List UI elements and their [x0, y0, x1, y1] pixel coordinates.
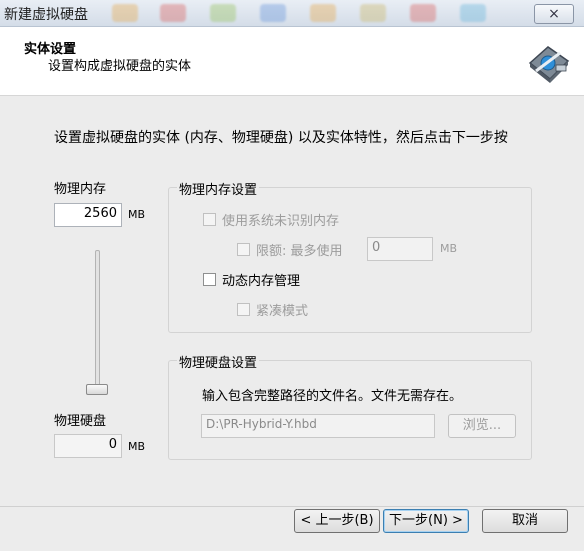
wizard-header: 实体设置 设置构成虚拟硬盘的实体: [0, 27, 584, 96]
disk-unit: MB: [128, 440, 146, 453]
background-blur-icon: [460, 4, 486, 22]
dynamic-memory-checkbox[interactable]: [203, 273, 216, 286]
disk-settings-group: 物理硬盘设置: [168, 352, 532, 460]
disk-path-input[interactable]: D:\PR-Hybrid-Y.hbd: [201, 414, 435, 438]
window-title: 新建虚拟硬盘: [4, 7, 88, 23]
page-subtitle: 设置构成虚拟硬盘的实体: [48, 59, 192, 74]
back-button[interactable]: < 上一步(B): [294, 509, 380, 533]
memory-settings-group: 物理内存设置: [168, 179, 532, 333]
compact-mode-checkbox[interactable]: [237, 303, 250, 316]
instruction-text: 设置虚拟硬盘的实体 (内存、物理硬盘) 以及实体特性，然后点击下一步按: [54, 130, 508, 146]
background-blur-icon: [160, 4, 186, 22]
memory-unit: MB: [128, 208, 146, 221]
memory-disk-slider-thumb[interactable]: [86, 384, 108, 395]
compact-mode-label: 紧凑模式: [256, 304, 309, 319]
next-button[interactable]: 下一步(N) >: [383, 509, 469, 533]
dynamic-memory-label: 动态内存管理: [222, 274, 301, 289]
disk-size-input[interactable]: 0: [54, 434, 122, 458]
background-blur-icon: [210, 4, 236, 22]
memory-size-input[interactable]: 2560: [54, 203, 122, 227]
disk-label: 物理硬盘: [54, 414, 107, 429]
use-unrecognized-memory-label: 使用系统未识别内存: [222, 214, 340, 229]
background-blur-icon: [410, 4, 436, 22]
memory-disk-slider-track[interactable]: [95, 250, 100, 388]
limit-unit: MB: [440, 242, 458, 255]
background-blur-icon: [360, 4, 386, 22]
title-bar: 新建虚拟硬盘 ×: [0, 0, 584, 27]
background-blur-icon: [310, 4, 336, 22]
hard-disk-wizard-icon: [528, 46, 570, 83]
limit-value-input[interactable]: 0: [367, 237, 433, 261]
use-unrecognized-memory-checkbox[interactable]: [203, 213, 216, 226]
memory-label: 物理内存: [54, 182, 107, 197]
disk-settings-title: 物理硬盘设置: [177, 352, 260, 371]
cancel-button[interactable]: 取消: [482, 509, 568, 533]
disk-path-hint: 输入包含完整路径的文件名。文件无需存在。: [202, 389, 463, 404]
close-button[interactable]: ×: [534, 4, 574, 24]
background-blur-icon: [112, 4, 138, 22]
close-icon: ×: [548, 6, 560, 22]
browse-button[interactable]: 浏览...: [448, 414, 516, 438]
limit-checkbox[interactable]: [237, 243, 250, 256]
limit-label: 限额: 最多使用: [256, 244, 343, 259]
background-blur-icon: [260, 4, 286, 22]
memory-settings-title: 物理内存设置: [177, 179, 260, 198]
